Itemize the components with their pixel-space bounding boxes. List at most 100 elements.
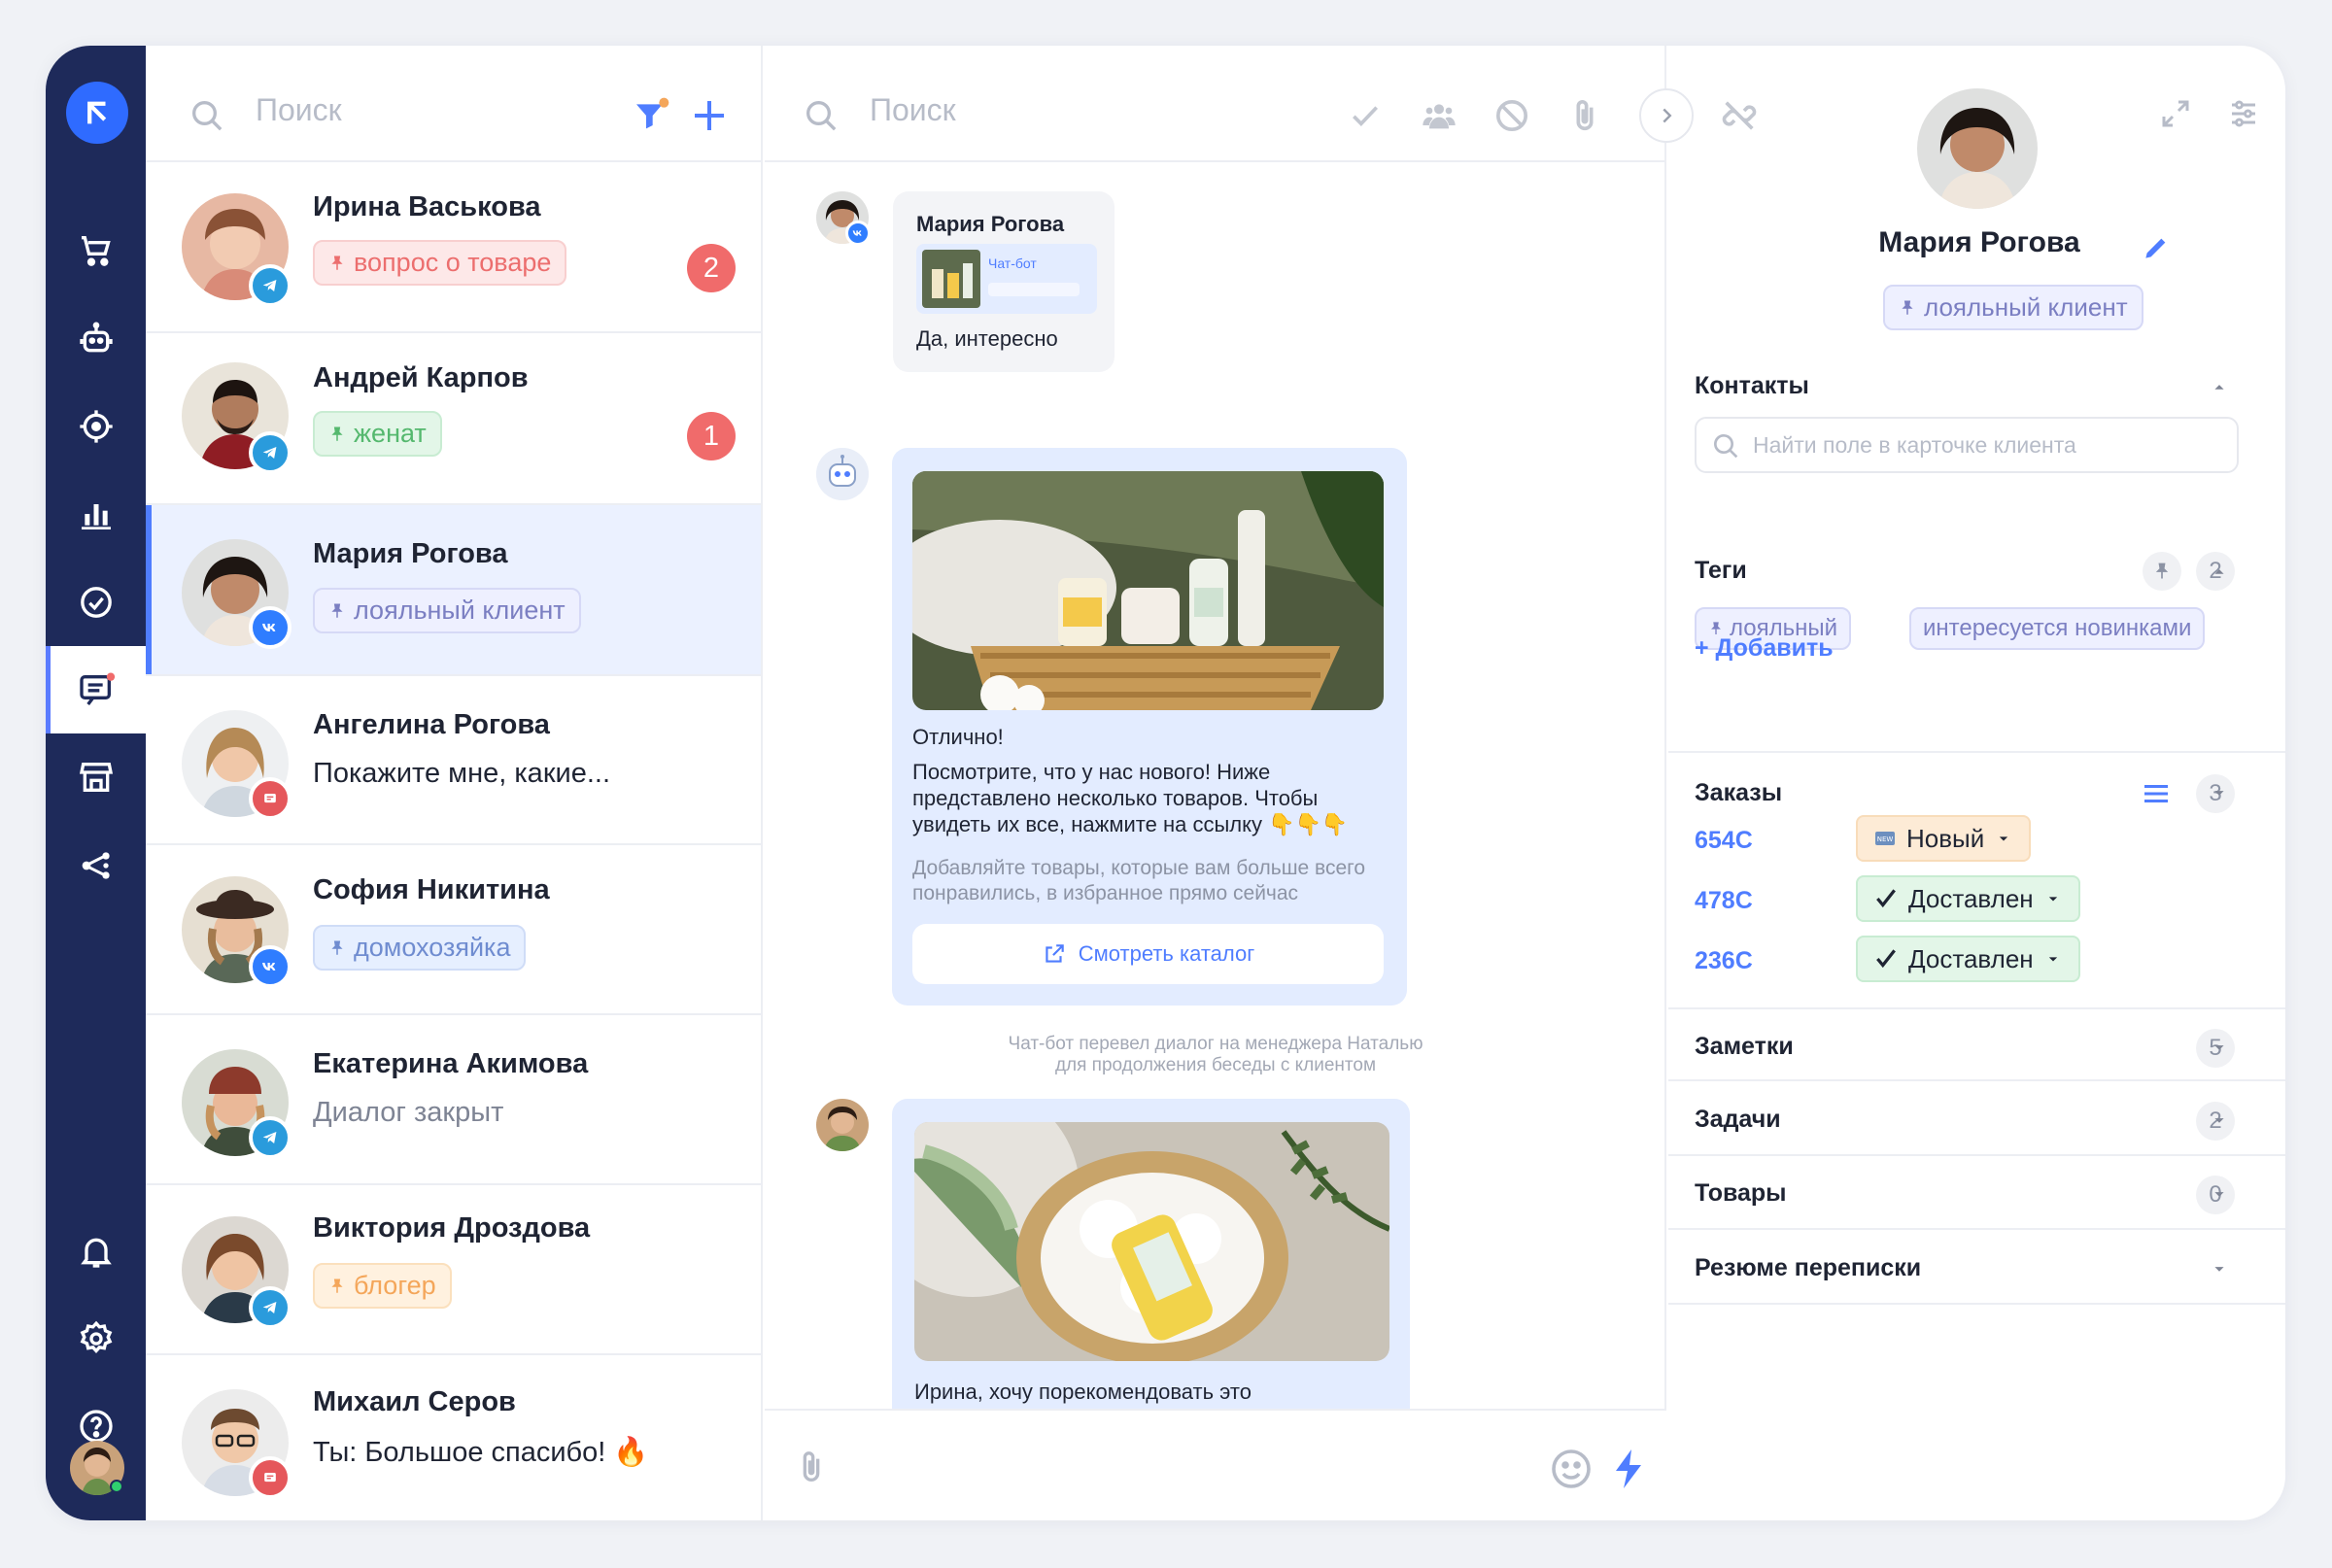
vk-icon <box>249 606 292 649</box>
tags-pin-count <box>2143 552 2181 591</box>
order-status-dropdown[interactable]: NEW Новый <box>1856 815 2032 862</box>
summary-section-title[interactable]: Резюме переписки <box>1695 1254 1921 1282</box>
product-photo[interactable] <box>912 471 1384 710</box>
bell-icon[interactable] <box>46 1208 146 1295</box>
list-icon[interactable] <box>2139 776 2174 811</box>
chat-list-header: Поиск <box>146 46 761 162</box>
order-status-dropdown[interactable]: Доставлен <box>1856 936 2080 982</box>
caret-down-icon[interactable] <box>2209 782 2230 803</box>
gear-icon[interactable] <box>46 1295 146 1382</box>
divider <box>1668 1154 2285 1156</box>
last-message-preview: Ты: Большое спасибо! 🔥 <box>313 1437 649 1468</box>
order-id[interactable]: 654C <box>1695 827 1753 855</box>
quoted-author: Чат-бот <box>988 256 1037 271</box>
caret-down-icon[interactable] <box>2209 1183 2230 1205</box>
search-icon[interactable] <box>188 96 226 135</box>
chat-list-search-input[interactable]: Поиск <box>256 92 342 128</box>
contact-tag-label: блогер <box>354 1271 436 1300</box>
logo-icon[interactable] <box>66 82 128 144</box>
avatar <box>816 1099 869 1151</box>
system-note-line-2: для продолжения беседы с клиентом <box>1054 1055 1377 1075</box>
settings-sliders-icon[interactable] <box>2226 96 2261 131</box>
profile-name: Мария Рогова <box>1878 226 2080 258</box>
notes-section-title[interactable]: Заметки <box>1695 1033 1794 1061</box>
tasks-section-title[interactable]: Задачи <box>1695 1106 1781 1134</box>
orders-section-title: Заказы <box>1695 779 1783 806</box>
pin-icon <box>1902 300 1913 315</box>
chat-list: Поиск Ирина Васькова вопрос о товаре 2 А… <box>146 46 763 1520</box>
attachment-icon[interactable] <box>1565 96 1604 135</box>
caret-down-icon <box>2000 836 2008 841</box>
add-chat-icon[interactable] <box>690 96 729 135</box>
chat-row-selected[interactable]: Мария Рогова лояльный клиент <box>146 505 761 676</box>
assign-icon[interactable] <box>1420 96 1458 135</box>
profile-field-search[interactable]: Найти поле в карточке клиента <box>1695 417 2239 473</box>
order-id[interactable]: 478C <box>1695 887 1753 915</box>
quoted-message[interactable]: Чат-бот <box>916 244 1097 314</box>
product-photo[interactable] <box>914 1122 1389 1361</box>
chats-icon[interactable] <box>46 646 146 733</box>
add-tag-button[interactable]: + Добавить <box>1695 634 1834 663</box>
order-id[interactable]: 236C <box>1695 947 1753 975</box>
cart-icon[interactable] <box>46 207 146 294</box>
bot-icon[interactable] <box>46 295 146 383</box>
chat-row[interactable]: Ирина Васькова вопрос о товаре 2 <box>146 162 761 333</box>
target-icon[interactable] <box>46 383 146 470</box>
chat-row[interactable]: Ангелина Рогова Покажите мне, какие... <box>146 676 761 845</box>
order-status-label: Доставлен <box>1908 943 2034 973</box>
vk-icon <box>249 945 292 988</box>
caret-down-icon[interactable] <box>2209 1109 2230 1131</box>
chat-row[interactable]: Екатерина Акимова Диалог закрыт <box>146 1015 761 1185</box>
profile-tag-item[interactable]: интересуется новинками <box>1909 607 2206 650</box>
contact-tag-label: лояльный клиент <box>354 596 566 625</box>
divider <box>1668 751 2285 753</box>
message-author: Мария Рогова <box>916 212 1065 236</box>
caret-down-icon <box>2048 957 2057 962</box>
message-composer <box>765 1409 1666 1520</box>
divider <box>1668 1007 2285 1009</box>
caret-down-icon[interactable] <box>2209 1037 2230 1058</box>
caret-down-icon[interactable] <box>2209 1258 2230 1279</box>
chat-search-input[interactable]: Поиск <box>870 92 956 128</box>
emoji-icon[interactable] <box>1548 1446 1595 1492</box>
search-icon[interactable] <box>802 96 840 135</box>
block-icon[interactable] <box>1492 96 1531 135</box>
chat-row[interactable]: Виктория Дроздова блогер <box>146 1185 761 1355</box>
pin-icon <box>331 603 343 618</box>
expand-icon[interactable] <box>2158 96 2193 131</box>
nav-rail <box>46 46 146 1520</box>
chat-row[interactable]: Андрей Карпов женат 1 <box>146 333 761 505</box>
checkmark-icon <box>1876 889 1896 908</box>
check-icon[interactable] <box>1346 96 1385 135</box>
share-icon[interactable] <box>46 822 146 909</box>
view-catalog-button[interactable]: Смотреть каталог <box>912 924 1384 984</box>
online-indicator <box>110 1480 123 1493</box>
caret-up-icon[interactable] <box>2209 376 2230 397</box>
contact-tag: женат <box>313 411 442 457</box>
caret-up-icon[interactable] <box>2209 561 2230 582</box>
tasks-icon[interactable] <box>46 559 146 646</box>
contact-name: Михаил Серов <box>313 1386 516 1417</box>
attachment-icon[interactable] <box>792 1448 831 1486</box>
tags-section-title: Теги <box>1695 557 1747 584</box>
bot-avatar <box>816 448 869 500</box>
pin-icon <box>2155 562 2169 579</box>
order-status-label: Новый <box>1906 823 1985 853</box>
store-icon[interactable] <box>46 733 146 821</box>
checkmark-icon <box>1876 949 1896 969</box>
chat-row[interactable]: Михаил Серов Ты: Большое спасибо! 🔥 <box>146 1355 761 1520</box>
analytics-icon[interactable] <box>46 470 146 558</box>
contact-name: Екатерина Акимова <box>313 1048 589 1079</box>
caret-down-icon <box>2048 897 2057 902</box>
edit-icon[interactable] <box>2141 232 2172 263</box>
telegram-icon <box>249 1116 292 1159</box>
contact-tag: вопрос о товаре <box>313 240 567 286</box>
filter-icon[interactable] <box>632 96 670 135</box>
chat-row[interactable]: София Никитина домохозяйка <box>146 845 761 1015</box>
quoted-thumbnail <box>922 250 980 308</box>
order-status-dropdown[interactable]: Доставлен <box>1856 875 2080 922</box>
pin-icon <box>331 426 343 441</box>
goods-section-title[interactable]: Товары <box>1695 1179 1787 1208</box>
chat-widget-icon <box>249 1456 292 1499</box>
quick-reply-icon[interactable] <box>1606 1446 1653 1492</box>
